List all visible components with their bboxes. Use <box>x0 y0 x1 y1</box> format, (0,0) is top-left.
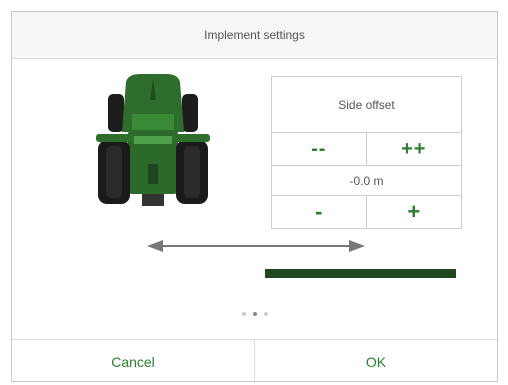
cancel-button[interactable]: Cancel <box>12 340 255 381</box>
side-offset-value: -0.0 m <box>272 166 461 196</box>
tractor-rear-view-icon <box>96 74 210 206</box>
dialog-title: Implement settings <box>204 28 305 42</box>
implement-settings-dialog: Implement settings Side offset -- ++ -0.… <box>11 11 498 382</box>
ok-button[interactable]: OK <box>255 340 497 381</box>
page-dot[interactable] <box>241 312 246 316</box>
dialog-header: Implement settings <box>12 12 497 59</box>
page-dot[interactable] <box>263 312 268 316</box>
double-arrow-icon <box>147 240 365 252</box>
page-indicator <box>12 309 497 319</box>
increase-offset-large-button[interactable]: ++ <box>366 133 461 166</box>
increase-offset-small-button[interactable]: + <box>367 196 462 228</box>
dialog-footer: Cancel OK <box>12 339 497 381</box>
decrease-offset-large-button[interactable]: -- <box>272 133 367 166</box>
implement-bar <box>265 269 456 278</box>
side-offset-panel: Side offset -- ++ -0.0 m - + <box>271 76 462 229</box>
side-offset-label: Side offset <box>272 77 461 133</box>
page-dot-active[interactable] <box>252 312 257 316</box>
decrease-offset-small-button[interactable]: - <box>272 196 367 228</box>
